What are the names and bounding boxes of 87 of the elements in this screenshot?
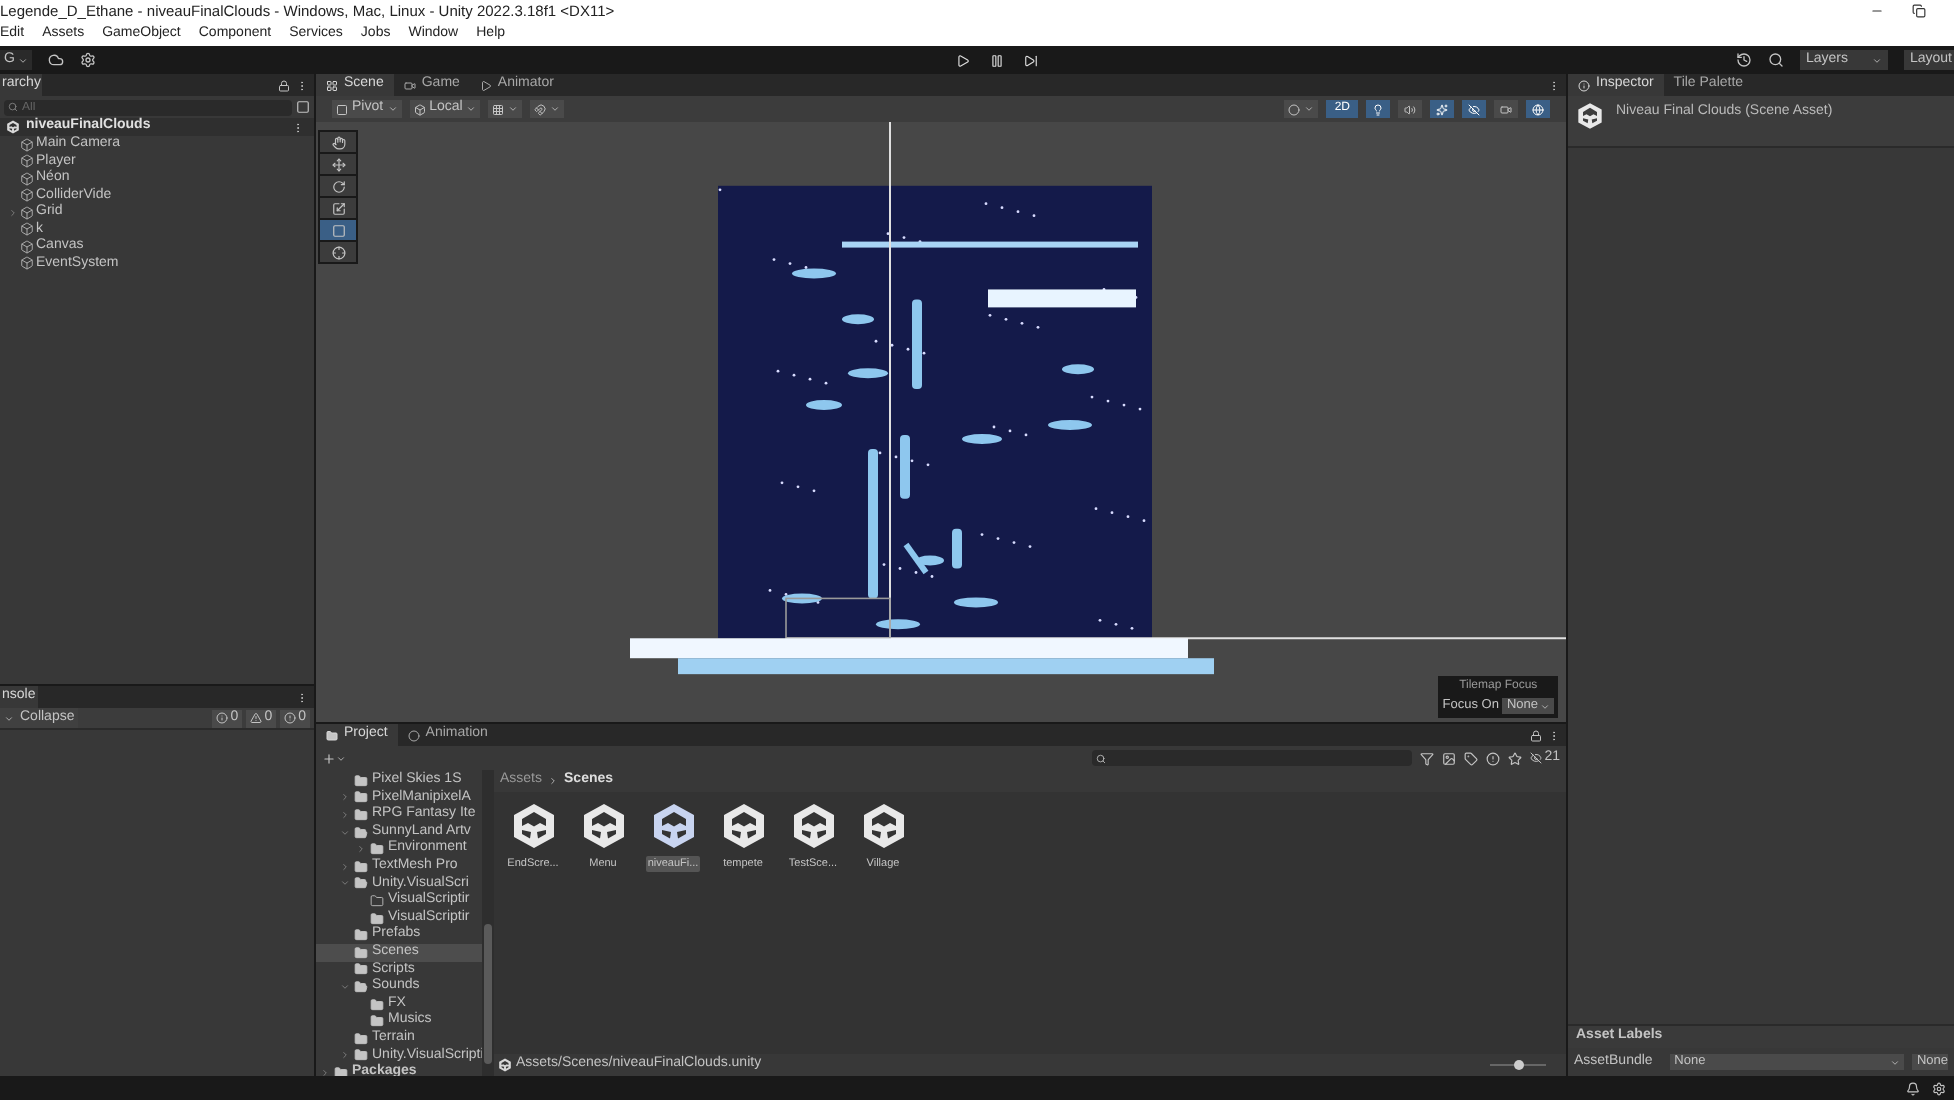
move-icon — [331, 157, 345, 171]
folder-icon — [326, 729, 338, 741]
caret-icon — [4, 713, 14, 723]
grid-icon — [492, 103, 505, 115]
settings-icon[interactable] — [80, 52, 97, 68]
bell-icon[interactable] — [1906, 1081, 1920, 1095]
chevron-icon — [548, 776, 559, 786]
info-icon — [216, 712, 229, 724]
restore-icon[interactable] — [1912, 4, 1926, 18]
hand-icon — [331, 135, 345, 149]
scene-asset-icon — [789, 802, 837, 850]
grid-snap-dropdown[interactable] — [488, 100, 523, 118]
grid-icon — [326, 79, 338, 91]
sparkles-icon — [1436, 103, 1448, 115]
info-icon — [1578, 79, 1590, 91]
caret-icon — [336, 753, 346, 763]
tool-button[interactable] — [320, 220, 356, 240]
circle-icon — [1288, 103, 1301, 115]
caret-icon — [550, 104, 561, 114]
snap-dropdown[interactable] — [530, 100, 565, 118]
scene-icon — [6, 120, 20, 134]
view-toggle[interactable] — [1462, 100, 1486, 118]
lock-icon[interactable] — [278, 79, 290, 91]
scene-asset-icon — [1576, 102, 1604, 130]
square-icon — [336, 103, 348, 115]
folder-icon — [334, 1065, 348, 1076]
caret-icon — [18, 55, 29, 65]
lightbulb-icon — [1372, 103, 1384, 115]
star-icon[interactable] — [1508, 751, 1523, 765]
search-icon — [8, 102, 18, 112]
search-icon[interactable] — [1767, 52, 1784, 68]
magnet-icon — [534, 103, 547, 115]
scene-asset-icon — [579, 802, 627, 850]
caret-icon — [1540, 701, 1550, 712]
step-icon[interactable] — [1023, 53, 1038, 67]
minimize-icon[interactable] — [1870, 4, 1884, 18]
shading-dropdown[interactable] — [1284, 100, 1319, 118]
view-toggle[interactable] — [1430, 100, 1454, 118]
pause-icon[interactable] — [989, 53, 1004, 67]
warning-icon[interactable] — [1486, 751, 1501, 765]
view-toggle[interactable] — [1526, 100, 1550, 118]
caret-icon — [1871, 55, 1882, 65]
camera-icon — [1500, 103, 1512, 115]
scene-icon — [498, 1058, 512, 1072]
filter-icon[interactable] — [1420, 751, 1435, 765]
scene-asset-icon — [719, 802, 767, 850]
play-icon[interactable] — [955, 53, 970, 67]
tool-button[interactable] — [320, 242, 356, 262]
rect-tool-icon — [331, 223, 345, 237]
rotate-icon — [331, 179, 345, 193]
settings-icon[interactable] — [1932, 1081, 1946, 1095]
eye-off-icon — [1530, 752, 1543, 764]
tag-icon[interactable] — [1464, 751, 1479, 765]
caret-icon — [508, 104, 519, 114]
view-toggle[interactable] — [1366, 100, 1390, 118]
scene-asset-icon — [509, 802, 557, 850]
tool-button[interactable] — [320, 154, 356, 174]
scale-icon — [331, 201, 345, 215]
caret-icon — [1304, 104, 1315, 114]
cube-icon — [413, 103, 426, 115]
transform-icon — [331, 245, 345, 259]
search-icon — [1096, 753, 1107, 763]
tool-button[interactable] — [320, 132, 356, 152]
play-icon — [479, 79, 492, 91]
view-toggle[interactable] — [1398, 100, 1422, 118]
warning-icon — [250, 712, 263, 724]
error-icon — [284, 712, 297, 724]
history-icon[interactable] — [1735, 52, 1752, 68]
create-button[interactable] — [322, 751, 346, 765]
speaker-icon — [1404, 103, 1416, 115]
caret-icon — [466, 104, 477, 114]
caret-icon — [387, 104, 398, 114]
plus-icon — [322, 751, 336, 765]
camera-icon — [403, 79, 416, 91]
view-toggle[interactable] — [1494, 100, 1518, 118]
tool-button[interactable] — [320, 176, 356, 196]
scene-asset-icon — [649, 802, 697, 850]
search-field[interactable] — [1092, 750, 1413, 766]
eye-off-icon — [1468, 103, 1480, 115]
lock-icon[interactable] — [1530, 729, 1542, 741]
globe-icon — [1532, 103, 1544, 115]
empty-folder-icon — [370, 893, 384, 908]
cloud-icon[interactable] — [48, 52, 65, 68]
tool-button[interactable] — [320, 198, 356, 218]
scene-asset-icon — [859, 802, 907, 850]
type-filter-icon[interactable] — [1442, 751, 1457, 765]
caret-icon — [1890, 1057, 1901, 1067]
